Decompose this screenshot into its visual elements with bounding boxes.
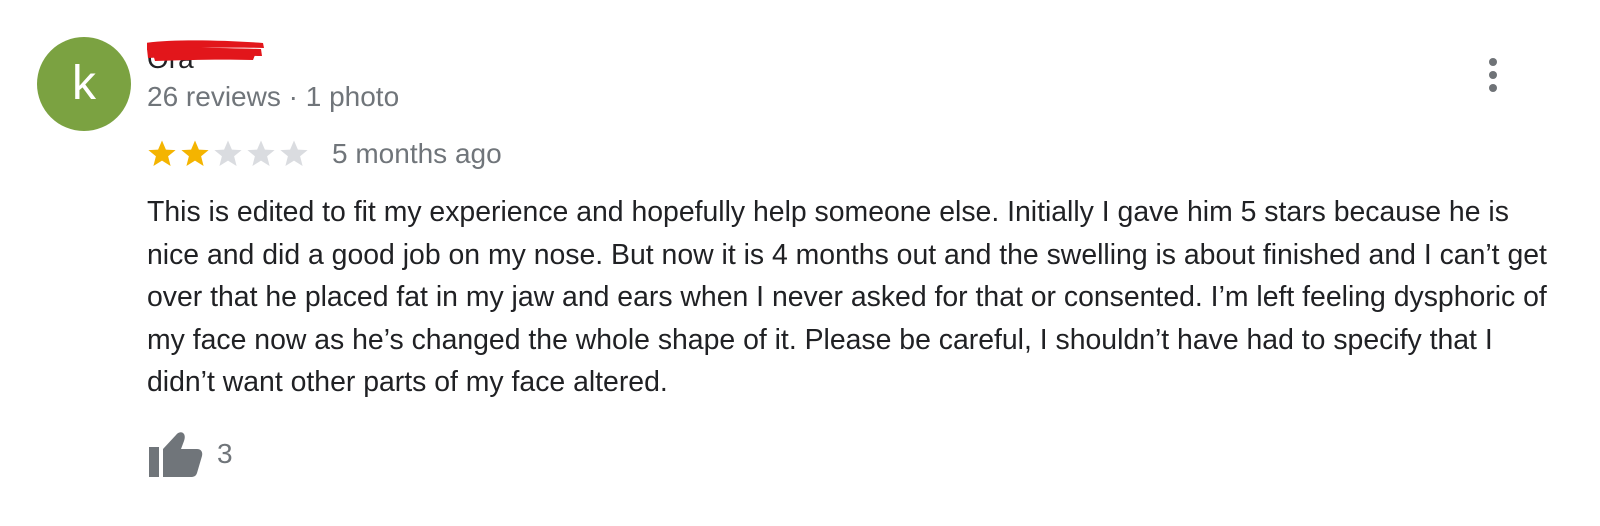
author-name-text: Ora [147, 43, 194, 73]
review-time: 5 months ago [332, 138, 502, 169]
star-filled-icon [148, 140, 176, 166]
thumbs-up-icon[interactable] [147, 429, 203, 479]
avatar[interactable]: k [37, 37, 131, 131]
review-text: This is edited to fit my experience and … [147, 196, 1547, 398]
more-vert-icon-dot [1489, 84, 1497, 92]
more-vert-icon [1489, 58, 1497, 66]
star-filled-icon [181, 140, 209, 166]
like-row: 3 [147, 428, 233, 480]
author-stats[interactable]: 26 reviews · 1 photo [147, 79, 399, 115]
star-empty-icon [214, 140, 242, 166]
like-count: 3 [217, 438, 233, 469]
avatar-initial: k [72, 57, 96, 110]
star-empty-icon [247, 140, 275, 166]
rating-row: 5 months ago [147, 134, 502, 174]
more-options-button[interactable] [1475, 55, 1511, 95]
more-vert-icon-dot [1489, 71, 1497, 79]
star-empty-icon [280, 140, 308, 166]
star-rating [147, 139, 312, 169]
author-name[interactable]: Ora [147, 33, 282, 73]
